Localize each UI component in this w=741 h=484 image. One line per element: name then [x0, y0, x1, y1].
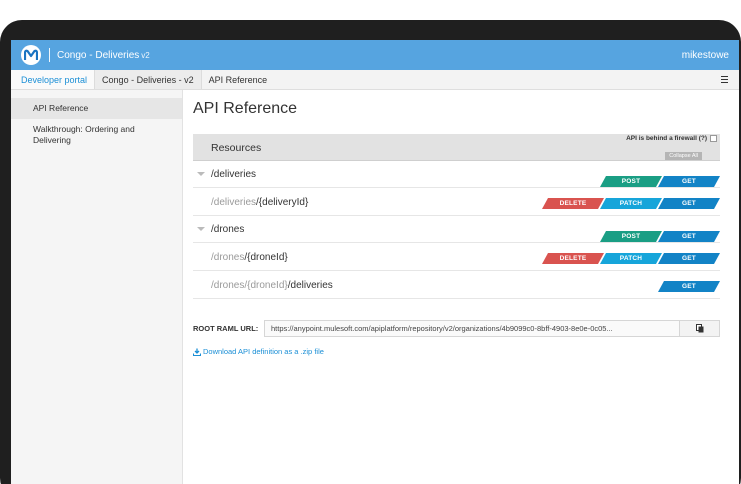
resource-row[interactable]: /drones/{droneId} DELETE PATCH GET — [193, 243, 720, 271]
method-delete-button[interactable]: DELETE — [542, 198, 604, 209]
user-menu[interactable]: mikestowe — [682, 50, 729, 61]
resource-path[interactable]: /drones — [211, 224, 244, 235]
method-post-button[interactable]: POST — [600, 176, 662, 187]
root-raml-label: ROOT RAML URL: — [193, 323, 259, 333]
top-bar: Congo - Deliveries v2 mikestowe — [11, 40, 739, 70]
sidebar: API Reference Walkthrough: Ordering and … — [11, 90, 183, 484]
method-badges: GET — [658, 281, 720, 292]
page-title: API Reference — [193, 100, 298, 117]
download-label: Download API definition as a .zip file — [203, 347, 324, 356]
resource-path-segment: /drones — [211, 224, 245, 235]
method-patch-button[interactable]: PATCH — [600, 253, 662, 264]
resource-path-segment: /{droneId} — [244, 252, 288, 263]
resource-parent-path: /deliveries — [211, 197, 257, 208]
resource-row[interactable]: /drones/{droneId}/deliveries GET — [193, 271, 720, 299]
method-post-button[interactable]: POST — [600, 231, 662, 242]
resources-header: Resources API is behind a firewall (?) C… — [193, 134, 720, 161]
firewall-checkbox[interactable] — [710, 135, 717, 142]
method-badges: DELETE PATCH GET — [542, 253, 720, 264]
resource-list: /deliveries POST GET/deliveries/{deliveryI… — [193, 161, 720, 299]
resource-row[interactable]: /drones POST GET — [193, 216, 720, 243]
hamburger-icon[interactable] — [721, 70, 739, 89]
firewall-label: API is behind a firewall (?) — [626, 135, 707, 142]
firewall-toggle[interactable]: API is behind a firewall (?) — [626, 135, 717, 142]
main-content: API Reference Resources API is behind a … — [183, 90, 739, 484]
resource-path[interactable]: /drones/{droneId} — [211, 252, 288, 263]
root-raml-row: ROOT RAML URL: https://anypoint.mulesoft… — [193, 319, 720, 337]
resource-path-segment: /deliveries — [287, 280, 333, 291]
resource-path[interactable]: /deliveries/{deliveryId} — [211, 197, 308, 208]
copy-icon[interactable] — [680, 319, 720, 337]
method-badges: DELETE PATCH GET — [542, 198, 720, 209]
resource-path-segment: /{deliveryId} — [256, 197, 309, 208]
title-divider — [49, 48, 50, 62]
method-get-button[interactable]: GET — [658, 281, 720, 292]
breadcrumb: Developer portal Congo - Deliveries - v2… — [11, 70, 739, 90]
method-get-button[interactable]: GET — [658, 176, 720, 187]
caret-down-icon[interactable] — [197, 227, 205, 231]
download-icon — [193, 348, 201, 356]
resource-row[interactable]: /deliveries/{deliveryId} DELETE PATCH GET — [193, 188, 720, 216]
resource-row[interactable]: /deliveries POST GET — [193, 161, 720, 188]
collapse-all-button[interactable]: Collapse All — [665, 152, 702, 160]
breadcrumb-current: API Reference — [208, 74, 268, 85]
resource-path[interactable]: /drones/{droneId}/deliveries — [211, 280, 333, 291]
breadcrumb-developer-portal[interactable]: Developer portal — [11, 70, 96, 89]
method-get-button[interactable]: GET — [658, 198, 720, 209]
resource-parent-path: /drones — [211, 252, 245, 263]
sidebar-item-walkthrough[interactable]: Walkthrough: Ordering and Delivering — [11, 119, 182, 151]
app-title: Congo - Deliveries — [57, 49, 140, 61]
download-link[interactable]: Download API definition as a .zip file — [193, 347, 720, 356]
root-raml-url-field[interactable]: https://anypoint.mulesoft.com/apiplatfor… — [264, 319, 680, 337]
method-delete-button[interactable]: DELETE — [542, 253, 604, 264]
resources-title: Resources — [211, 142, 262, 154]
app-screen: Congo - Deliveries v2 mikestowe Develope… — [11, 40, 739, 484]
resource-path-segment: /deliveries — [211, 169, 257, 180]
resource-parent-path: /drones/{droneId} — [211, 280, 288, 291]
method-patch-button[interactable]: PATCH — [600, 198, 662, 209]
mulesoft-logo-icon[interactable] — [21, 45, 41, 65]
caret-down-icon[interactable] — [197, 172, 205, 176]
app-version: v2 — [141, 50, 150, 60]
sidebar-item-api-reference[interactable]: API Reference — [11, 98, 182, 119]
method-badges: POST GET — [600, 176, 720, 187]
method-get-button[interactable]: GET — [658, 231, 720, 242]
method-badges: POST GET — [600, 231, 720, 242]
breadcrumb-api[interactable]: Congo - Deliveries - v2 — [95, 70, 202, 89]
method-get-button[interactable]: GET — [658, 253, 720, 264]
resource-path[interactable]: /deliveries — [211, 169, 256, 180]
